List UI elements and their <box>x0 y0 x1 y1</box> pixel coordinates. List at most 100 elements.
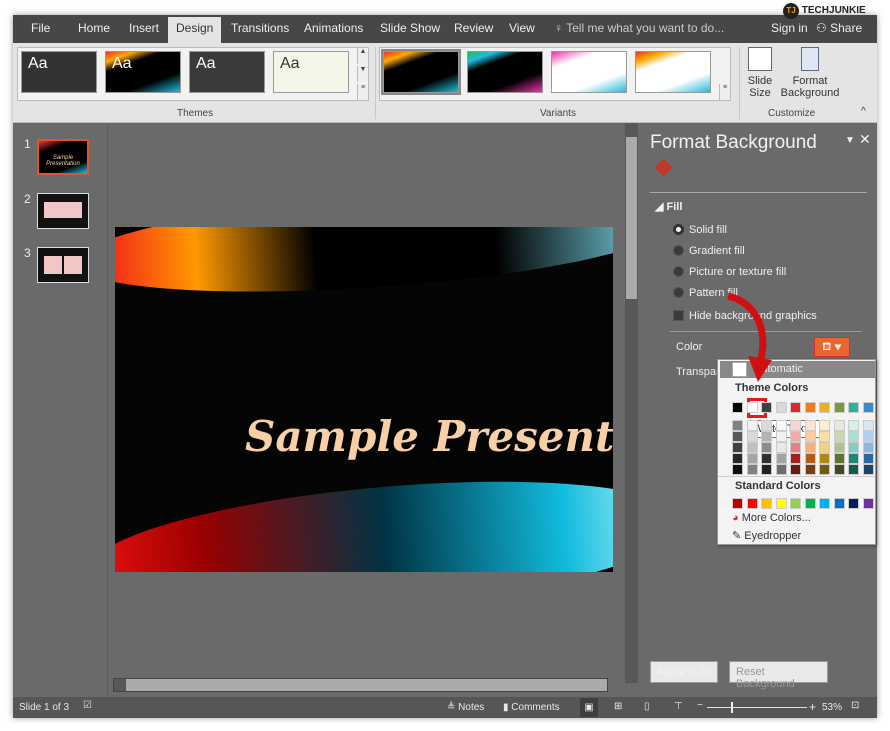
theme-shade-swatch[interactable] <box>790 431 801 442</box>
normal-view-icon[interactable]: ▣ <box>580 698 598 717</box>
standard-color-swatch[interactable] <box>804 498 816 509</box>
sign-in-link[interactable]: Sign in <box>771 21 808 35</box>
hscroll-thumb[interactable] <box>126 679 607 691</box>
picture-fill-radio[interactable]: Picture or texture fill <box>673 266 786 278</box>
theme-shade-swatch[interactable] <box>848 420 859 431</box>
standard-color-swatch[interactable] <box>775 498 787 509</box>
close-pane-icon[interactable]: ✕ <box>859 131 871 148</box>
fit-slide-icon[interactable]: ⊡ <box>851 700 859 711</box>
gallery-down-button[interactable]: ▼ <box>357 66 368 82</box>
slide-size-button[interactable]: Slide Size <box>743 47 777 99</box>
eyedropper-option[interactable]: ✎ Eyedropper <box>732 529 801 542</box>
theme-shade-swatch[interactable] <box>775 420 787 431</box>
horizontal-scrollbar[interactable] <box>113 678 608 692</box>
theme-shade-swatch[interactable] <box>775 453 787 464</box>
theme-shade-swatch[interactable] <box>819 420 830 431</box>
theme-shade-swatch[interactable] <box>790 442 801 453</box>
theme-shade-swatch[interactable] <box>862 420 874 431</box>
theme-shade-swatch[interactable] <box>775 431 787 442</box>
theme-thumb[interactable]: Aa <box>21 51 97 93</box>
gallery-up-button[interactable]: ▲ <box>357 48 368 64</box>
variant-thumb[interactable] <box>467 51 543 93</box>
theme-shade-swatch[interactable] <box>819 442 830 453</box>
theme-shade-swatch[interactable] <box>819 431 830 442</box>
slide-sorter-icon[interactable]: ⊞ <box>614 701 622 712</box>
theme-shade-swatch[interactable] <box>775 442 787 453</box>
pane-options-icon[interactable]: ▼ <box>845 135 855 146</box>
theme-shade-swatch[interactable] <box>833 442 845 453</box>
format-background-button[interactable]: Format Background <box>779 47 841 99</box>
vertical-scrollbar[interactable] <box>625 123 638 683</box>
theme-shade-swatch[interactable] <box>790 464 801 475</box>
slide-canvas[interactable]: Sample Presentation <box>115 227 613 572</box>
standard-color-swatch[interactable] <box>862 498 874 509</box>
theme-shade-swatch[interactable] <box>848 442 859 453</box>
theme-shade-swatch[interactable] <box>761 442 772 453</box>
more-colors-option[interactable]: ◕ More Colors... <box>732 512 811 524</box>
standard-color-swatch[interactable] <box>848 498 859 509</box>
scroll-thumb[interactable] <box>626 137 637 299</box>
tab-animations[interactable]: Animations <box>304 21 363 35</box>
theme-shade-swatch[interactable] <box>746 420 758 431</box>
theme-shade-swatch[interactable] <box>804 431 816 442</box>
theme-shade-swatch[interactable] <box>732 431 743 442</box>
zoom-slider[interactable] <box>707 707 807 708</box>
theme-shade-swatch[interactable] <box>790 420 801 431</box>
theme-color-swatch[interactable] <box>746 402 758 413</box>
theme-shade-swatch[interactable] <box>732 464 743 475</box>
apply-to-all-button[interactable]: Apply to All <box>650 661 719 683</box>
tab-insert[interactable]: Insert <box>129 21 159 35</box>
theme-shade-swatch[interactable] <box>761 453 772 464</box>
theme-shade-swatch[interactable] <box>862 442 874 453</box>
theme-shade-swatch[interactable] <box>804 420 816 431</box>
theme-shade-swatch[interactable] <box>804 442 816 453</box>
theme-shade-swatch[interactable] <box>746 453 758 464</box>
tab-file[interactable]: File <box>31 21 50 35</box>
theme-shade-swatch[interactable] <box>775 464 787 475</box>
gallery-more-button[interactable]: ≡ <box>357 84 368 100</box>
tab-slide-show[interactable]: Slide Show <box>380 21 440 35</box>
standard-color-swatch[interactable] <box>790 498 801 509</box>
variant-thumb[interactable] <box>551 51 627 93</box>
tab-transitions[interactable]: Transitions <box>231 21 289 35</box>
tell-me-search[interactable]: ♀ Tell me what you want to do... <box>554 21 724 35</box>
theme-shade-swatch[interactable] <box>848 453 859 464</box>
theme-color-swatch[interactable] <box>790 402 801 413</box>
theme-shade-swatch[interactable] <box>746 431 758 442</box>
theme-shade-swatch[interactable] <box>804 453 816 464</box>
slide-thumbnail-1[interactable]: Sample Presentation <box>37 139 89 175</box>
variant-thumb[interactable] <box>635 51 711 93</box>
theme-shade-swatch[interactable] <box>761 464 772 475</box>
fill-section-header[interactable]: ◢ Fill <box>655 200 682 213</box>
theme-shade-swatch[interactable] <box>833 431 845 442</box>
slide-title[interactable]: Sample Presentation <box>245 412 613 461</box>
comments-button[interactable]: ▮ Comments <box>503 702 560 713</box>
theme-thumb[interactable]: Aa <box>189 51 265 93</box>
variant-thumb[interactable] <box>381 49 461 95</box>
theme-shade-swatch[interactable] <box>732 420 743 431</box>
theme-shade-swatch[interactable] <box>833 420 845 431</box>
theme-color-swatch[interactable] <box>804 402 816 413</box>
gradient-fill-radio[interactable]: Gradient fill <box>673 245 745 257</box>
reading-view-icon[interactable]: ▯ <box>644 701 650 712</box>
theme-shade-swatch[interactable] <box>732 453 743 464</box>
share-button[interactable]: ⚇ Share <box>816 21 862 35</box>
theme-shade-swatch[interactable] <box>848 431 859 442</box>
theme-shade-swatch[interactable] <box>819 453 830 464</box>
tab-view[interactable]: View <box>509 21 535 35</box>
theme-shade-swatch[interactable] <box>833 464 845 475</box>
zoom-level[interactable]: 53% <box>822 702 842 713</box>
theme-thumb[interactable]: Aa <box>105 51 181 93</box>
theme-color-swatch[interactable] <box>819 402 830 413</box>
standard-color-swatch[interactable] <box>732 498 743 509</box>
theme-color-swatch[interactable] <box>732 402 743 413</box>
theme-color-swatch[interactable] <box>775 402 787 413</box>
tab-design[interactable]: Design <box>168 17 222 43</box>
standard-color-swatch[interactable] <box>819 498 830 509</box>
reset-background-button[interactable]: Reset Background <box>729 661 828 690</box>
slide-thumbnail-3[interactable] <box>37 247 89 283</box>
theme-color-swatch[interactable] <box>833 402 845 413</box>
tab-home[interactable]: Home <box>78 21 110 35</box>
theme-shade-swatch[interactable] <box>862 464 874 475</box>
theme-color-swatch[interactable] <box>761 402 772 413</box>
